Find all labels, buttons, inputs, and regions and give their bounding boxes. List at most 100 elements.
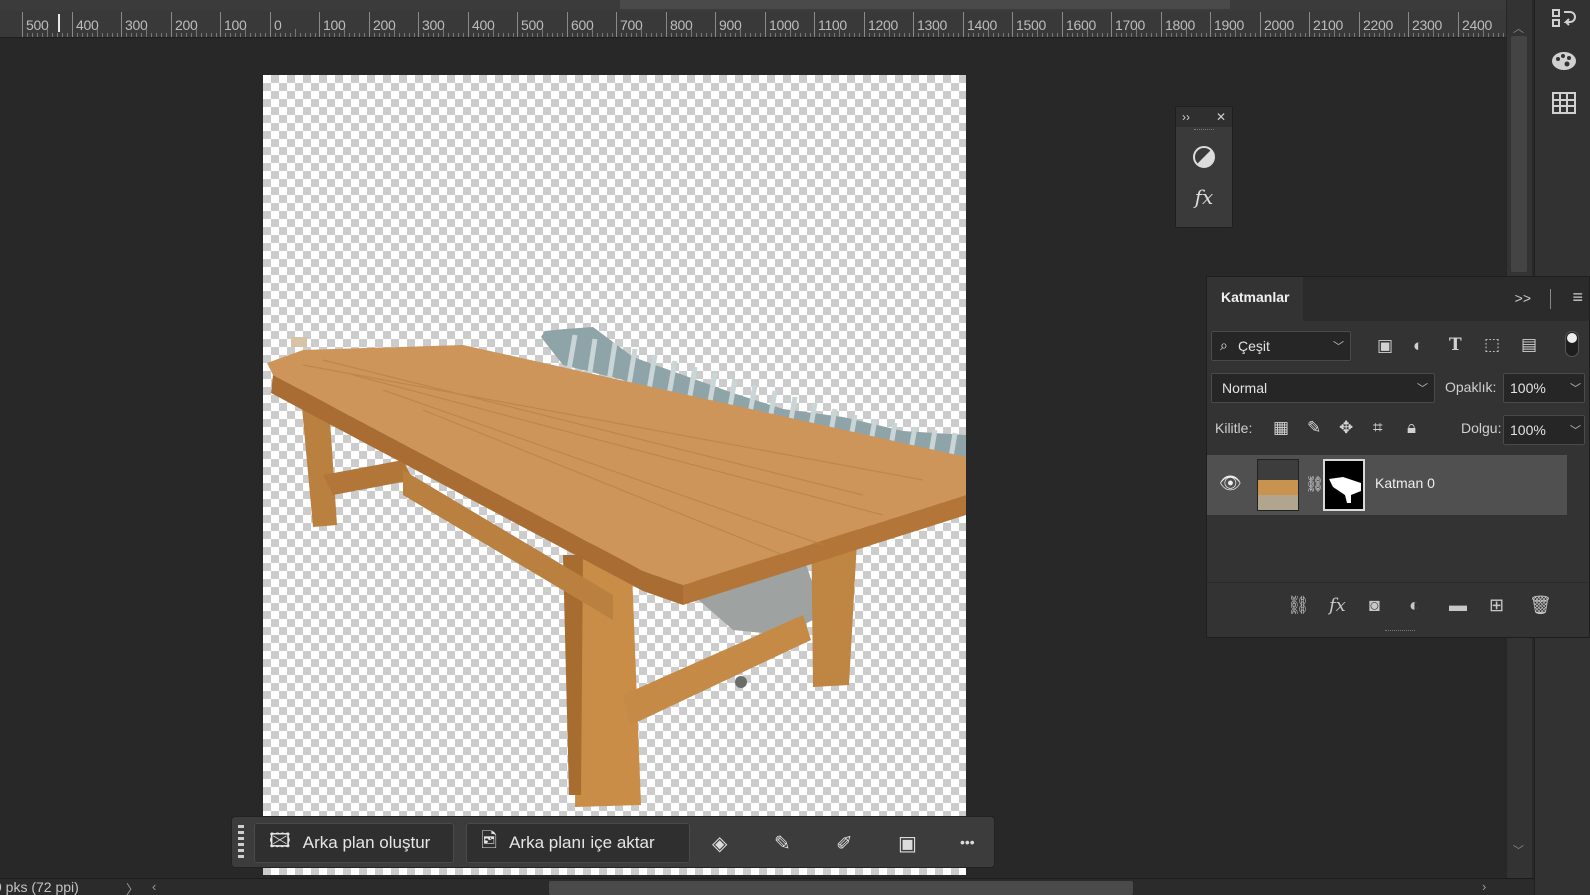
ruler-minor-tick [358, 33, 360, 37]
ruler-minor-tick [61, 33, 63, 37]
scroll-left-icon[interactable]: ‹ [152, 879, 156, 894]
fx-icon[interactable]: fx [1186, 179, 1222, 215]
filter-toggle[interactable] [1565, 331, 1579, 357]
layer-mask-thumbnail[interactable] [1323, 459, 1365, 511]
ruler-minor-tick [487, 33, 489, 37]
ruler-minor-tick [556, 33, 558, 37]
ruler-minor-tick [427, 33, 429, 37]
document-info[interactable]: 9 pks (72 ppi) [0, 879, 79, 895]
scroll-right-icon[interactable]: › [1482, 879, 1486, 894]
swatches-grid-icon[interactable] [1549, 88, 1579, 118]
ruler-minor-tick [744, 33, 746, 37]
scroll-up-icon[interactable]: ︿ [1513, 20, 1524, 36]
taskbar-drag-handle[interactable] [238, 825, 244, 861]
opacity-value: 100% [1510, 380, 1546, 396]
layer-name[interactable]: Katman 0 [1375, 475, 1435, 491]
ruler-tick: 100 [220, 12, 247, 37]
add-mask-icon[interactable]: ◙ [1369, 595, 1380, 616]
panel-menu-icon[interactable]: ≡ [1572, 287, 1583, 308]
ruler-minor-tick [1497, 33, 1499, 37]
generate-background-label: Arka plan oluştur [302, 833, 431, 852]
ruler-minor-tick [670, 33, 672, 37]
ruler-minor-tick [1412, 33, 1414, 37]
lock-all-icon[interactable]: 🔒︎ [1407, 418, 1416, 438]
import-background-label: Arka planı içe aktar [509, 833, 655, 852]
ruler-minor-tick [1294, 33, 1296, 37]
fill-input[interactable]: 100% ﹀ [1503, 415, 1585, 445]
filter-smart-object-icon[interactable]: ▤ [1521, 335, 1537, 355]
ruler-minor-tick [304, 33, 306, 37]
ruler-minor-tick [1244, 33, 1246, 37]
adjustments-icon[interactable] [1186, 139, 1222, 175]
ruler-minor-tick [903, 33, 905, 37]
lock-artboard-icon[interactable]: ⌗ [1373, 418, 1383, 438]
history-icon[interactable] [1549, 6, 1579, 36]
brush-add-icon[interactable]: ✐ [836, 831, 853, 856]
import-background-button[interactable]: 🖻︎ Arka planı içe aktar [466, 823, 690, 863]
chevron-down-icon[interactable]: ﹀ [1570, 422, 1581, 438]
tab-strip-scroll[interactable] [620, 0, 1230, 9]
ruler-minor-tick [1328, 33, 1330, 37]
ruler-minor-tick [1021, 33, 1023, 37]
layer-style-fx-icon[interactable]: fx [1329, 595, 1346, 616]
mask-options-icon[interactable]: ▣ [898, 831, 917, 856]
ruler-tick: 2300 [1408, 12, 1442, 37]
ruler-minor-tick [26, 33, 28, 37]
filter-type-icon[interactable]: T [1449, 335, 1462, 355]
ruler-minor-tick [997, 33, 999, 37]
lock-image-pixels-icon[interactable]: ✎ [1307, 418, 1321, 438]
filter-adjustment-icon[interactable]: ◐ [1413, 336, 1423, 356]
ruler-minor-tick [942, 33, 944, 37]
new-layer-icon[interactable]: ⊞ [1489, 595, 1504, 616]
status-expand-icon[interactable]: 〉 [126, 879, 139, 895]
visibility-eye-icon[interactable]: 👁︎ [1219, 473, 1242, 494]
ruler-minor-tick [239, 33, 241, 37]
mini-panel-collapse-icon[interactable]: ›› [1182, 110, 1190, 124]
ruler-minor-tick [611, 33, 613, 37]
filter-shape-icon[interactable]: ⬚ [1484, 335, 1500, 355]
blend-mode-select[interactable]: Normal ﹀ [1211, 373, 1435, 403]
fill-bucket-icon[interactable]: ◈ [712, 831, 727, 856]
opacity-input[interactable]: 100% ﹀ [1503, 373, 1585, 403]
ruler-minor-tick [328, 33, 330, 37]
filter-pixel-icon[interactable]: ▣ [1377, 336, 1393, 356]
lock-transparent-pixels-icon[interactable]: ▦ [1273, 418, 1289, 438]
brush-subtract-icon[interactable]: ✎ [774, 831, 791, 856]
ruler-minor-tick [1373, 33, 1375, 37]
ruler-minor-tick [1299, 33, 1301, 37]
tab-layers[interactable]: Katmanlar [1207, 277, 1304, 321]
ruler-minor-tick [843, 33, 845, 37]
document-canvas[interactable] [263, 75, 966, 875]
ruler-minor-tick [848, 33, 850, 37]
mini-panel-close-icon[interactable]: ✕ [1216, 110, 1226, 124]
more-options-icon[interactable]: ••• [960, 834, 975, 850]
new-adjustment-layer-icon[interactable]: ◐ [1409, 595, 1420, 616]
horizontal-scroll-thumb[interactable] [549, 881, 1133, 895]
color-palette-icon[interactable] [1549, 46, 1579, 76]
vertical-scroll-thumb[interactable] [1511, 36, 1527, 272]
layer-thumbnail[interactable] [1257, 459, 1299, 511]
ruler-minor-tick [749, 33, 751, 37]
ruler-minor-tick [1234, 29, 1236, 37]
mini-panel-grip[interactable] [1194, 129, 1214, 135]
mask-link-icon[interactable]: ⛓︎ [1305, 475, 1324, 493]
scroll-down-icon[interactable]: ﹀ [1513, 842, 1524, 858]
link-layers-icon[interactable]: ⛓︎ [1287, 595, 1310, 616]
layer-row[interactable]: 👁︎ ⛓︎ Katman 0 [1207, 455, 1567, 515]
ruler-minor-tick [660, 33, 662, 37]
lock-position-icon[interactable]: ✥ [1339, 418, 1353, 438]
ruler-minor-tick [1051, 33, 1053, 37]
ruler-minor-tick [531, 33, 533, 37]
new-group-folder-icon[interactable]: ▬ [1449, 595, 1467, 616]
ruler-tick: 100 [319, 12, 346, 37]
panel-collapse-icon[interactable]: >> [1515, 290, 1531, 306]
chevron-down-icon[interactable]: ﹀ [1570, 380, 1581, 396]
layers-panel: Katmanlar >> ≡ Çeşit ⌕ ﹀ ▣ ◐ T ⬚ ▤ Norma… [1206, 276, 1590, 638]
generate-background-button[interactable]: 🖾︎ Arka plan oluştur [254, 823, 454, 863]
panel-resize-grip[interactable] [1385, 630, 1415, 634]
ruler-minor-tick [388, 33, 390, 37]
delete-layer-trash-icon[interactable]: 🗑︎ [1529, 595, 1552, 616]
layer-filter-select[interactable]: Çeşit ⌕ ﹀ [1211, 331, 1351, 361]
ruler-minor-tick [630, 33, 632, 37]
ruler-minor-tick [967, 33, 969, 37]
